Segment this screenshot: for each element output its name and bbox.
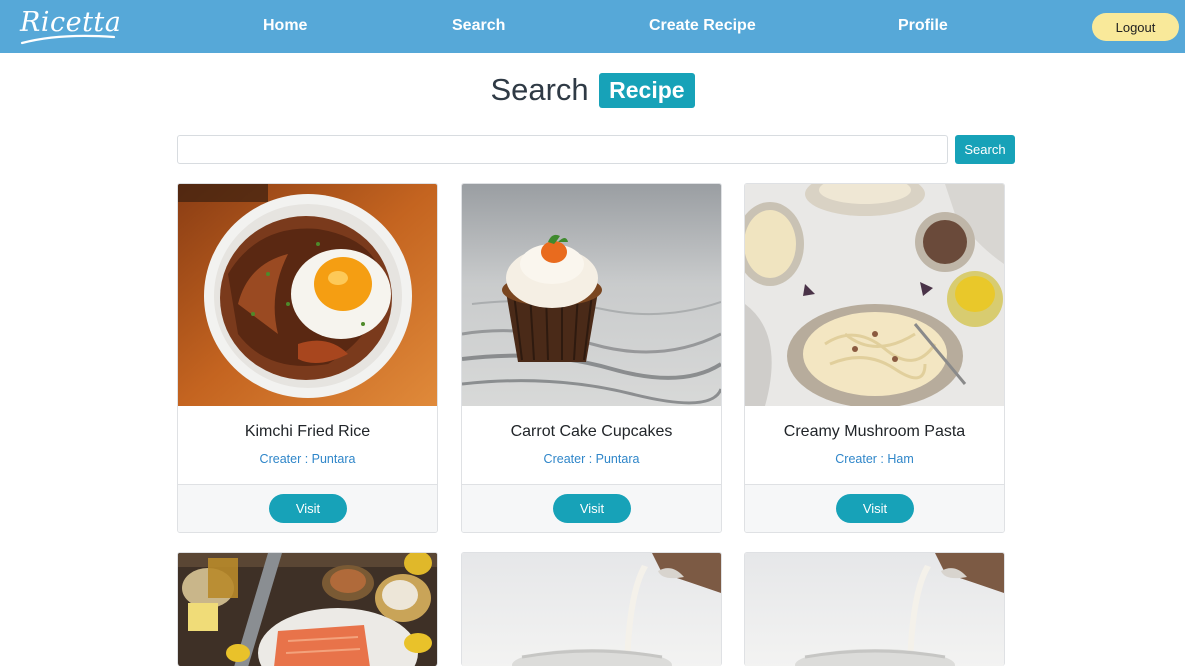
top-navbar: Ricetta Home Search Create Recipe Profil… [0,0,1185,53]
recipe-card [461,552,722,666]
recipe-title: Creamy Mushroom Pasta [783,423,966,440]
nav-profile[interactable]: Profile [898,17,948,35]
milk-pouring-image [745,553,1004,666]
page-title: Search Recipe [0,72,1185,108]
ricetta-logo[interactable]: Ricetta [20,7,121,47]
nav-create-recipe[interactable]: Create Recipe [649,17,756,35]
salmon-ingredients-image [178,553,437,666]
kimchi-fried-rice-image [178,184,437,406]
page-title-badge: Recipe [599,72,695,108]
recipe-card [177,552,438,666]
recipe-creator: Creater : Ham [835,452,914,466]
visit-button[interactable]: Visit [553,494,631,523]
recipe-creator: Creater : Puntara [543,452,640,466]
search-button[interactable]: Search [955,135,1015,164]
recipe-title: Kimchi Fried Rice [244,423,371,440]
recipe-card: Kimchi Fried Rice Creater : Puntara Visi… [177,183,438,533]
page-title-main: Search [490,72,589,107]
nav-search[interactable]: Search [452,17,505,35]
logout-button[interactable]: Logout [1092,13,1179,41]
creamy-mushroom-pasta-image [745,184,1004,406]
nav-home[interactable]: Home [263,17,307,35]
card-footer: Visit [462,484,721,532]
recipe-card: Carrot Cake Cupcakes Creater : Puntara V… [461,183,722,533]
card-footer: Visit [178,484,437,532]
visit-button[interactable]: Visit [269,494,347,523]
carrot-cake-cupcake-image [462,184,721,406]
recipe-creator: Creater : Puntara [259,452,356,466]
visit-button[interactable]: Visit [836,494,914,523]
logo-swoosh-icon [20,34,116,45]
milk-pouring-image [462,553,721,666]
recipe-card [744,552,1005,666]
card-footer: Visit [745,484,1004,532]
recipe-card: Creamy Mushroom Pasta Creater : Ham Visi… [744,183,1005,533]
recipe-title: Carrot Cake Cupcakes [510,423,673,440]
search-input[interactable] [177,135,948,164]
